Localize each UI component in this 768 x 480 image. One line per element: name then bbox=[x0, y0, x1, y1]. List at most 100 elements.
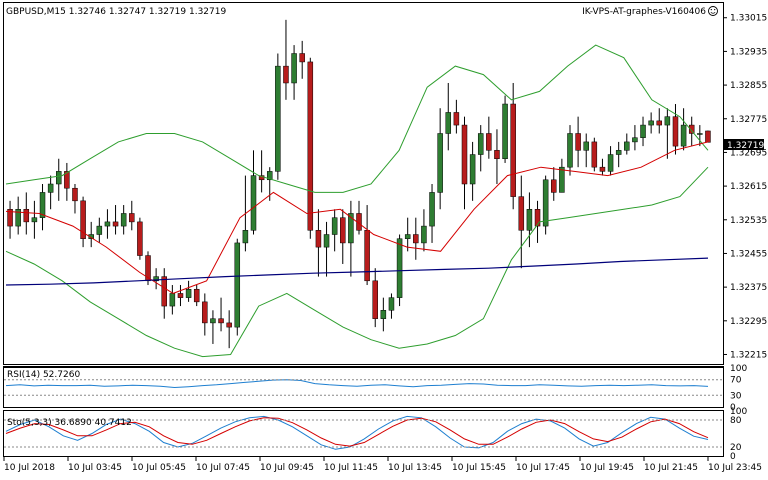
candle-body bbox=[372, 280, 378, 319]
candle-body bbox=[477, 133, 484, 155]
candle-body bbox=[413, 234, 419, 244]
current-price-tag: 1.32719 bbox=[724, 139, 764, 151]
time-tick-label: 10 Jul 03:45 bbox=[68, 463, 122, 473]
price-tick-label: 1.32215 bbox=[730, 350, 767, 360]
candle-body bbox=[47, 183, 54, 193]
candle-body bbox=[55, 171, 62, 185]
time-tick-label: 10 Jul 23:45 bbox=[708, 463, 762, 473]
candle-body bbox=[218, 318, 224, 324]
trading-chart[interactable]: 1.330151.329351.328551.327751.326951.326… bbox=[0, 0, 768, 480]
candle-body bbox=[396, 238, 403, 298]
candle-body bbox=[583, 141, 589, 151]
candle-body bbox=[112, 221, 119, 227]
candle-body bbox=[575, 133, 581, 151]
candle-body bbox=[640, 124, 646, 138]
candle-body bbox=[421, 225, 427, 244]
candle-body bbox=[72, 187, 78, 202]
candle-body bbox=[680, 124, 687, 147]
candle-body bbox=[551, 179, 557, 193]
bollinger-lower-line bbox=[5, 166, 709, 358]
price-tick-label: 1.32615 bbox=[730, 182, 767, 192]
candle-body bbox=[607, 154, 614, 172]
candle-body bbox=[615, 150, 622, 155]
candle-body bbox=[534, 209, 541, 227]
price-tick-label: 1.32295 bbox=[730, 317, 767, 327]
candle-body bbox=[445, 112, 452, 134]
candle-body bbox=[96, 225, 103, 235]
candle-body bbox=[429, 192, 435, 227]
candle-body bbox=[323, 234, 330, 248]
price-tick-label: 1.32935 bbox=[730, 47, 767, 57]
candle-body bbox=[437, 133, 443, 193]
candle-body bbox=[591, 141, 598, 168]
time-tick-label: 10 Jul 09:45 bbox=[260, 463, 314, 473]
candle-body bbox=[234, 242, 241, 328]
smiley-icon bbox=[708, 6, 718, 16]
candle-body bbox=[469, 154, 476, 185]
candle-body bbox=[388, 297, 395, 311]
price-tick-label: 1.32535 bbox=[730, 216, 767, 226]
price-tick-label: 1.32375 bbox=[730, 283, 767, 293]
candle-body bbox=[453, 112, 460, 126]
candle-body bbox=[461, 124, 468, 185]
candle-body bbox=[380, 310, 387, 319]
candle-body bbox=[129, 213, 135, 223]
candle-body bbox=[177, 293, 184, 298]
ma-slow-line bbox=[5, 257, 709, 286]
candle-body bbox=[567, 133, 573, 168]
candle-body bbox=[648, 120, 654, 126]
candle-body bbox=[672, 116, 679, 147]
current-price-value: 1.32719 bbox=[727, 141, 764, 151]
candle-body bbox=[120, 213, 127, 227]
candle-body bbox=[518, 196, 525, 231]
rsi-panel-frame bbox=[3, 367, 724, 408]
candle-body bbox=[193, 288, 200, 303]
time-tick-label: 10 Jul 17:45 bbox=[516, 463, 570, 473]
candle-body bbox=[226, 322, 232, 328]
time-tick-label: 10 Jul 05:45 bbox=[132, 463, 186, 473]
candle-body bbox=[307, 61, 314, 231]
rsi-tick-label: 100 bbox=[730, 364, 747, 374]
time-tick-label: 10 Jul 11:45 bbox=[324, 463, 378, 473]
candle-body bbox=[632, 137, 638, 143]
candle-body bbox=[242, 230, 249, 244]
rsi-line bbox=[5, 379, 709, 389]
candle-body bbox=[250, 175, 257, 231]
candle-body bbox=[404, 234, 411, 239]
candle-body bbox=[624, 141, 630, 151]
candle-body bbox=[31, 217, 38, 223]
candle-body bbox=[340, 217, 346, 244]
stoch-label: Sto(5,3,3) 36.6890 40.7412 bbox=[7, 418, 132, 428]
time-tick-label: 10 Jul 21:45 bbox=[644, 463, 698, 473]
main-panel-frame bbox=[3, 2, 724, 365]
candle-body bbox=[23, 209, 30, 223]
candle-body bbox=[526, 209, 533, 231]
time-tick-label: 10 Jul 19:45 bbox=[580, 463, 634, 473]
candle-body bbox=[185, 288, 192, 298]
candle-body bbox=[364, 230, 370, 282]
candle-body bbox=[656, 120, 663, 126]
candle-body bbox=[315, 230, 322, 248]
candle-body bbox=[705, 130, 711, 143]
candle-body bbox=[599, 166, 606, 172]
stoch-tick-label: 80 bbox=[730, 416, 742, 426]
rsi-label: RSI(14) 52.7260 bbox=[7, 370, 80, 380]
axes-layer: 1.330151.329351.328551.327751.326951.326… bbox=[3, 14, 767, 473]
indicator-lines-layer bbox=[5, 44, 709, 450]
candle-body bbox=[210, 318, 216, 324]
candle-body bbox=[104, 221, 111, 227]
rsi-tick-label: 30 bbox=[730, 391, 742, 401]
candle-body bbox=[502, 103, 508, 159]
time-tick-label: 10 Jul 2018 bbox=[4, 463, 55, 473]
candle-body bbox=[486, 133, 492, 151]
candle-body bbox=[331, 217, 338, 235]
price-tick-label: 1.32855 bbox=[730, 81, 767, 91]
candle-body bbox=[169, 293, 176, 307]
candles-layer bbox=[7, 19, 711, 349]
candle-body bbox=[559, 166, 565, 193]
time-tick-label: 10 Jul 15:45 bbox=[452, 463, 506, 473]
price-tick-label: 1.32455 bbox=[730, 249, 767, 259]
price-tick-label: 1.32775 bbox=[730, 115, 767, 125]
candle-body bbox=[494, 150, 500, 159]
stoch-tick-label: 0 bbox=[730, 452, 736, 462]
